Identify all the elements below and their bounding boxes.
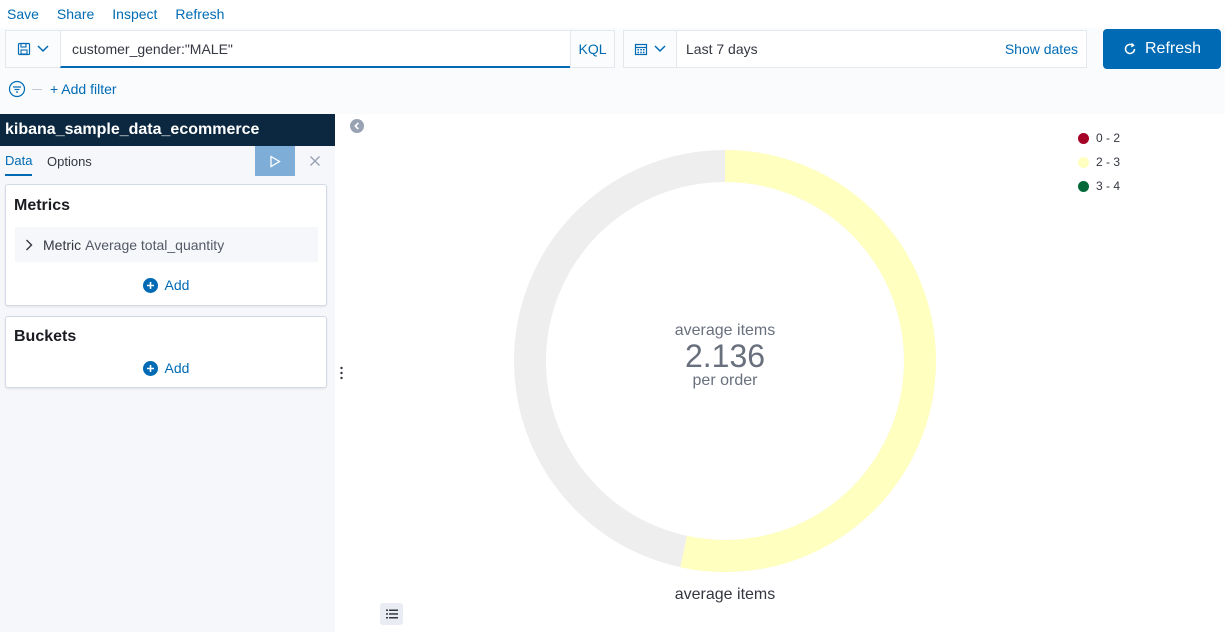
chevron-right-icon xyxy=(26,239,33,250)
refresh-button-label: Refresh xyxy=(1144,40,1202,57)
resize-handle-icon[interactable] xyxy=(339,366,344,380)
apply-changes-button[interactable] xyxy=(255,146,295,176)
filter-separator xyxy=(32,88,42,90)
share-link[interactable]: Share xyxy=(57,6,94,22)
discard-changes-button[interactable] xyxy=(296,146,334,176)
chevron-down-icon xyxy=(37,45,49,53)
show-dates-link[interactable]: Show dates xyxy=(1005,41,1078,57)
collapse-sidebar-icon[interactable] xyxy=(350,119,364,133)
metrics-panel: Metrics Metric Average total_quantity Ad… xyxy=(5,184,327,306)
buckets-title: Buckets xyxy=(14,328,77,345)
metrics-title: Metrics xyxy=(14,197,71,214)
save-link[interactable]: Save xyxy=(7,6,39,22)
tab-data[interactable]: Data xyxy=(5,146,33,176)
buckets-panel: Buckets Add xyxy=(5,316,327,388)
refresh-icon xyxy=(1124,42,1136,55)
add-metric-button[interactable]: Add xyxy=(6,277,326,293)
inspect-link[interactable]: Inspect xyxy=(112,6,157,22)
query-input[interactable]: customer_gender:"MALE" xyxy=(60,30,571,68)
add-metric-label: Add xyxy=(164,277,190,293)
metric-row[interactable]: Metric Average total_quantity xyxy=(15,227,318,262)
list-icon xyxy=(385,609,398,619)
filter-icon[interactable] xyxy=(8,80,26,98)
saved-queries-button[interactable] xyxy=(5,30,61,68)
calendar-icon xyxy=(634,43,648,56)
metric-value: Average total_quantity xyxy=(85,236,225,253)
query-bar-area: customer_gender:"MALE" KQL Last 7 days S… xyxy=(0,28,1225,114)
legend: 0 - 2 2 - 3 3 - 4 xyxy=(1078,126,1120,198)
close-icon xyxy=(310,156,320,166)
play-icon xyxy=(270,154,281,168)
top-nav-menu: Save Share Inspect Refresh xyxy=(0,0,1225,28)
query-text: customer_gender:"MALE" xyxy=(72,40,233,57)
date-range-text: Last 7 days xyxy=(686,41,758,57)
refresh-button[interactable]: Refresh xyxy=(1103,29,1221,69)
plus-circle-icon xyxy=(142,277,158,293)
legend-swatch xyxy=(1078,132,1089,144)
legend-item[interactable]: 3 - 4 xyxy=(1078,174,1120,198)
gauge-label-bottom: per order xyxy=(692,372,758,389)
index-pattern-title: kibana_sample_data_ecommerce xyxy=(0,114,335,146)
refresh-link[interactable]: Refresh xyxy=(175,6,224,22)
add-bucket-button[interactable]: Add xyxy=(6,360,326,376)
kql-language-button[interactable]: KQL xyxy=(570,30,615,68)
filter-bar: + Add filter xyxy=(0,80,117,98)
legend-swatch xyxy=(1078,180,1089,192)
add-bucket-label: Add xyxy=(164,360,190,376)
gauge-title: average items xyxy=(674,586,776,603)
save-icon xyxy=(17,42,31,56)
legend-label: 3 - 4 xyxy=(1096,179,1121,193)
editor-sidebar: kibana_sample_data_ecommerce Data Option… xyxy=(0,114,335,632)
metric-label: Metric xyxy=(43,236,82,253)
plus-circle-icon xyxy=(142,360,158,376)
legend-item[interactable]: 0 - 2 xyxy=(1078,126,1120,150)
legend-swatch xyxy=(1078,156,1089,168)
legend-label: 2 - 3 xyxy=(1096,155,1121,169)
add-filter-button[interactable]: + Add filter xyxy=(50,81,117,97)
legend-item[interactable]: 2 - 3 xyxy=(1078,150,1120,174)
legend-label: 0 - 2 xyxy=(1096,131,1121,145)
visualization-area: 0 - 2 2 - 3 3 - 4 average items 2.136 pe… xyxy=(370,114,1225,632)
date-quick-menu-button[interactable] xyxy=(623,30,677,68)
legend-toggle-button[interactable] xyxy=(380,603,403,625)
gauge-value: 2.136 xyxy=(684,338,766,374)
date-range-picker[interactable]: Last 7 days Show dates xyxy=(676,30,1087,68)
chevron-down-icon xyxy=(654,45,666,53)
tab-options[interactable]: Options xyxy=(47,146,92,176)
